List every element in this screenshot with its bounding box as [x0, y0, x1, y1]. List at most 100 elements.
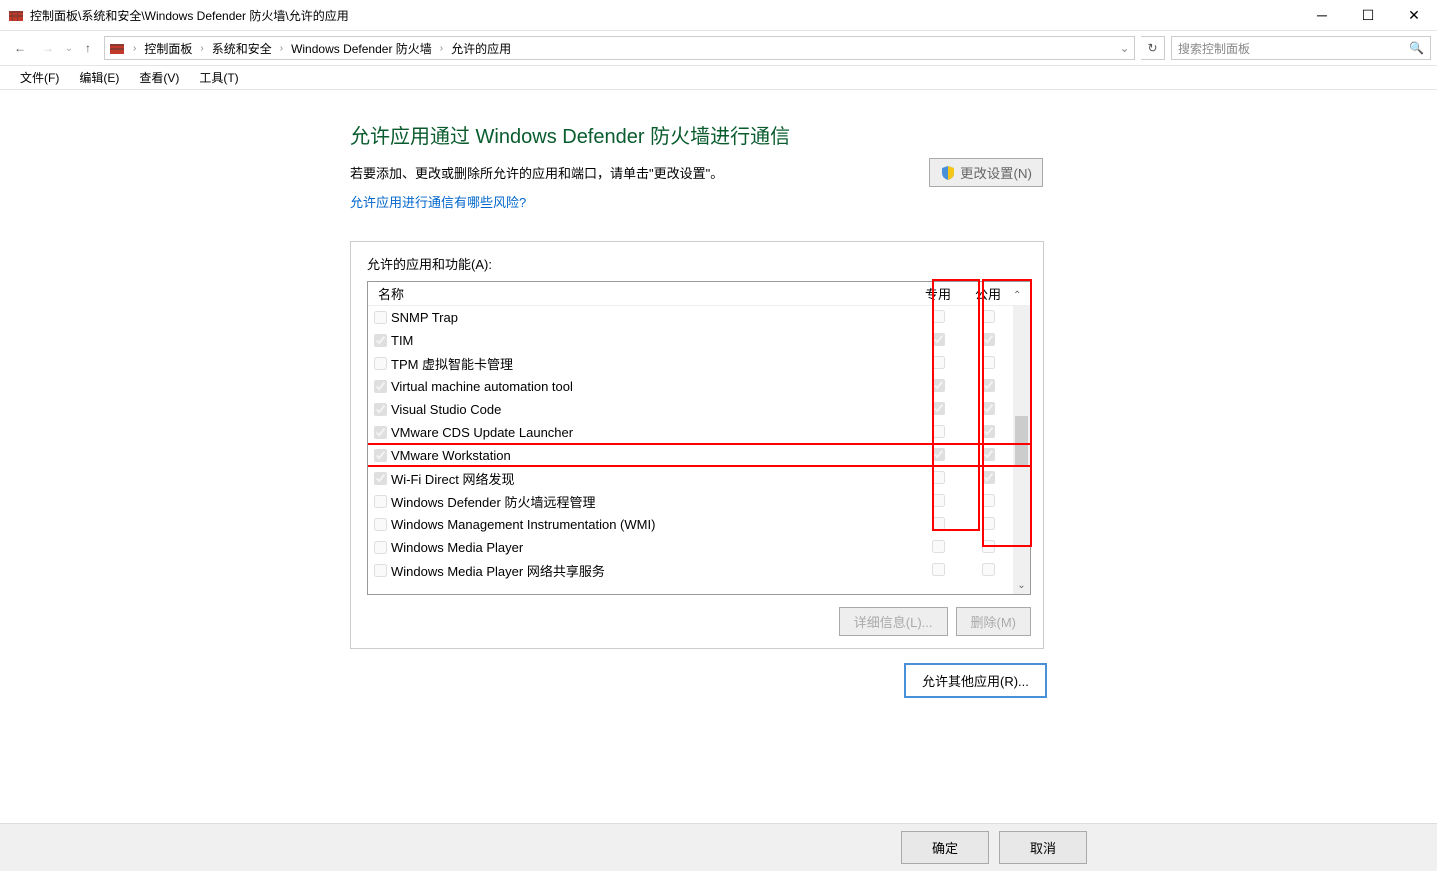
app-enabled-checkbox[interactable] — [374, 518, 387, 531]
app-private-checkbox[interactable] — [932, 425, 945, 438]
help-link[interactable]: 允许应用进行通信有哪些风险? — [350, 195, 526, 210]
app-public-checkbox[interactable] — [982, 333, 995, 346]
app-private-checkbox[interactable] — [932, 494, 945, 507]
list-rows: SNMP TrapTIMTPM 虚拟智能卡管理Virtual machine a… — [368, 306, 1030, 594]
history-dropdown[interactable]: ⌄ — [62, 43, 76, 54]
breadcrumb-0[interactable]: 控制面板 — [138, 40, 198, 57]
app-enabled-checkbox[interactable] — [374, 426, 387, 439]
list-item[interactable]: TPM 虚拟智能卡管理 — [368, 352, 1030, 375]
addressbar[interactable]: › 控制面板› 系统和安全› Windows Defender 防火墙› 允许的… — [104, 36, 1135, 60]
app-private-checkbox[interactable] — [932, 356, 945, 369]
app-enabled-checkbox[interactable] — [374, 334, 387, 347]
list-item[interactable]: Wi-Fi Direct 网络发现 — [368, 467, 1030, 490]
up-button[interactable]: ↑ — [76, 36, 100, 60]
app-name: VMware CDS Update Launcher — [391, 425, 913, 440]
menu-tools[interactable]: 工具(T) — [189, 69, 248, 86]
search-icon: 🔍 — [1409, 41, 1424, 55]
minimize-button[interactable]: ─ — [1299, 0, 1345, 30]
details-button[interactable]: 详细信息(L)... — [839, 607, 948, 636]
page-subtitle: 若要添加、更改或删除所允许的应用和端口，请单击"更改设置"。 — [350, 163, 1437, 182]
refresh-button[interactable]: ↻ — [1141, 36, 1165, 60]
shield-icon — [940, 165, 956, 181]
maximize-button[interactable]: ☐ — [1345, 0, 1391, 30]
app-private-checkbox[interactable] — [932, 310, 945, 323]
app-enabled-checkbox[interactable] — [374, 495, 387, 508]
list-item[interactable]: SNMP Trap — [368, 306, 1030, 329]
menu-edit[interactable]: 编辑(E) — [69, 69, 129, 86]
firewall-icon — [8, 7, 24, 23]
app-private-checkbox[interactable] — [932, 540, 945, 553]
list-item[interactable]: Virtual machine automation tool — [368, 375, 1030, 398]
allow-other-app-button[interactable]: 允许其他应用(R)... — [904, 663, 1047, 698]
cancel-button[interactable]: 取消 — [999, 831, 1087, 864]
app-private-checkbox[interactable] — [932, 563, 945, 576]
app-public-checkbox[interactable] — [982, 448, 995, 461]
allowed-apps-section: 允许的应用和功能(A): 名称 专用 公用 ⌃ SNMP TrapTIMTPM … — [350, 241, 1044, 649]
breadcrumb-2[interactable]: Windows Defender 防火墙 — [285, 40, 438, 57]
app-public-checkbox[interactable] — [982, 517, 995, 530]
page-title: 允许应用通过 Windows Defender 防火墙进行通信 — [350, 120, 1437, 149]
forward-button[interactable]: → — [34, 34, 62, 62]
remove-button[interactable]: 删除(M) — [956, 607, 1032, 636]
search-input[interactable]: 搜索控制面板 🔍 — [1171, 36, 1431, 60]
chevron-right-icon[interactable]: › — [438, 43, 445, 54]
bottombar: 确定 取消 — [0, 823, 1437, 871]
scroll-down-icon[interactable]: ⌄ — [1013, 577, 1030, 594]
app-private-checkbox[interactable] — [932, 379, 945, 392]
menu-view[interactable]: 查看(V) — [129, 69, 189, 86]
back-button[interactable]: ← — [6, 34, 34, 62]
list-item[interactable]: Windows Management Instrumentation (WMI) — [368, 513, 1030, 536]
scroll-up-icon[interactable]: ⌃ — [1013, 290, 1021, 301]
list-item[interactable]: Windows Media Player 网络共享服务 — [368, 559, 1030, 582]
app-name: Visual Studio Code — [391, 402, 913, 417]
list-label: 允许的应用和功能(A): — [367, 254, 1031, 273]
column-public[interactable]: 公用 — [963, 284, 1013, 303]
list-item[interactable]: Windows Media Player — [368, 536, 1030, 559]
app-enabled-checkbox[interactable] — [374, 472, 387, 485]
chevron-right-icon[interactable]: › — [198, 43, 205, 54]
ok-button[interactable]: 确定 — [901, 831, 989, 864]
breadcrumb-1[interactable]: 系统和安全 — [206, 40, 278, 57]
list-item[interactable]: TIM — [368, 329, 1030, 352]
app-enabled-checkbox[interactable] — [374, 449, 387, 462]
app-private-checkbox[interactable] — [932, 402, 945, 415]
app-enabled-checkbox[interactable] — [374, 541, 387, 554]
chevron-right-icon[interactable]: › — [278, 43, 285, 54]
app-public-checkbox[interactable] — [982, 402, 995, 415]
app-enabled-checkbox[interactable] — [374, 311, 387, 324]
app-public-checkbox[interactable] — [982, 356, 995, 369]
scroll-thumb[interactable] — [1015, 416, 1028, 466]
app-enabled-checkbox[interactable] — [374, 380, 387, 393]
chevron-right-icon[interactable]: › — [131, 43, 138, 54]
list-item[interactable]: VMware Workstation — [368, 444, 1030, 467]
app-public-checkbox[interactable] — [982, 540, 995, 553]
app-enabled-checkbox[interactable] — [374, 357, 387, 370]
close-button[interactable]: ✕ — [1391, 0, 1437, 30]
app-public-checkbox[interactable] — [982, 425, 995, 438]
app-private-checkbox[interactable] — [932, 517, 945, 530]
list-item[interactable]: Windows Defender 防火墙远程管理 — [368, 490, 1030, 513]
menu-file[interactable]: 文件(F) — [10, 69, 69, 86]
app-public-checkbox[interactable] — [982, 310, 995, 323]
column-name[interactable]: 名称 — [368, 284, 913, 303]
app-private-checkbox[interactable] — [932, 448, 945, 461]
app-public-checkbox[interactable] — [982, 471, 995, 484]
change-settings-button[interactable]: 更改设置(N) — [929, 158, 1043, 187]
app-public-checkbox[interactable] — [982, 563, 995, 576]
firewall-icon — [109, 40, 125, 56]
list-item[interactable]: VMware CDS Update Launcher — [368, 421, 1030, 444]
app-enabled-checkbox[interactable] — [374, 564, 387, 577]
titlebar: 控制面板\系统和安全\Windows Defender 防火墙\允许的应用 ─ … — [0, 0, 1437, 30]
app-name: Windows Media Player 网络共享服务 — [391, 561, 913, 580]
app-private-checkbox[interactable] — [932, 471, 945, 484]
breadcrumb-3[interactable]: 允许的应用 — [445, 40, 517, 57]
scrollbar[interactable]: ⌄ — [1013, 306, 1030, 594]
app-private-checkbox[interactable] — [932, 333, 945, 346]
addressbar-dropdown[interactable]: ⌄ — [1114, 41, 1134, 55]
list-item[interactable]: Visual Studio Code — [368, 398, 1030, 421]
app-enabled-checkbox[interactable] — [374, 403, 387, 416]
app-public-checkbox[interactable] — [982, 494, 995, 507]
app-name: Windows Media Player — [391, 540, 913, 555]
column-private[interactable]: 专用 — [913, 284, 963, 303]
app-public-checkbox[interactable] — [982, 379, 995, 392]
